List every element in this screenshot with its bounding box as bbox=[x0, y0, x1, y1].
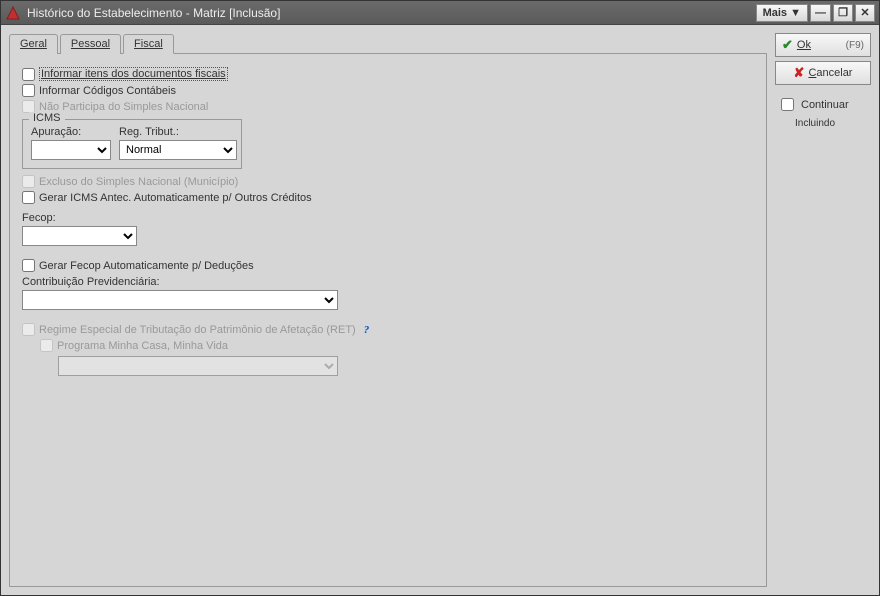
checkbox-nao-participa-simples-row: Não Participa do Simples Nacional bbox=[22, 100, 754, 113]
main-panel: Geral Pessoal Fiscal Informar itens dos … bbox=[9, 33, 767, 587]
checkbox-informar-itens-row: Informar itens dos documentos fiscais bbox=[22, 67, 754, 81]
ok-shortcut: (F9) bbox=[846, 40, 864, 51]
select-reg-tribut[interactable]: Normal bbox=[119, 140, 237, 160]
label-gerar-fecop: Gerar Fecop Automaticamente p/ Deduções bbox=[39, 260, 254, 272]
close-button[interactable]: ✕ bbox=[855, 4, 875, 22]
label-informar-itens: Informar itens dos documentos fiscais bbox=[39, 67, 228, 81]
titlebar: Histórico do Estabelecimento - Matriz [I… bbox=[1, 1, 879, 25]
tab-pessoal[interactable]: Pessoal bbox=[60, 34, 121, 54]
maximize-button[interactable]: ❐ bbox=[833, 4, 853, 22]
label-continuar: Continuar bbox=[801, 99, 849, 111]
checkbox-gerar-icms-antec-row: Gerar ICMS Antec. Automaticamente p/ Out… bbox=[22, 191, 754, 204]
fieldset-icms: ICMS Apuração: Reg. Tribut.: Normal bbox=[22, 119, 242, 169]
continuar-subtext: Incluindo bbox=[775, 118, 871, 129]
cancel-label: Cancelar bbox=[808, 67, 852, 79]
icms-field-row: Apuração: Reg. Tribut.: Normal bbox=[31, 126, 233, 160]
cancel-button[interactable]: ✘ Cancelar bbox=[775, 61, 871, 85]
titlebar-buttons: Mais ▼ — ❐ ✕ bbox=[756, 4, 875, 22]
checkbox-ret-row: Regime Especial de Tributação do Patrimô… bbox=[22, 323, 754, 336]
app-icon bbox=[5, 5, 21, 21]
select-fecop[interactable] bbox=[22, 226, 137, 246]
tab-content-fiscal: Informar itens dos documentos fiscais In… bbox=[9, 53, 767, 587]
ok-button[interactable]: ✔ Ok (F9) bbox=[775, 33, 871, 57]
legend-icms: ICMS bbox=[29, 112, 65, 124]
checkbox-gerar-icms-antec[interactable] bbox=[22, 191, 35, 204]
checkbox-ret bbox=[22, 323, 35, 336]
help-icon[interactable]: ? bbox=[364, 324, 370, 336]
main-window: Histórico do Estabelecimento - Matriz [I… bbox=[0, 0, 880, 596]
label-gerar-icms-antec: Gerar ICMS Antec. Automaticamente p/ Out… bbox=[39, 192, 312, 204]
checkbox-informar-codigos[interactable] bbox=[22, 84, 35, 97]
ok-label: Ok bbox=[797, 39, 811, 51]
label-informar-codigos: Informar Códigos Contábeis bbox=[39, 85, 176, 97]
apuracao-col: Apuração: bbox=[31, 126, 111, 160]
minimize-button[interactable]: — bbox=[810, 4, 831, 22]
tab-fiscal[interactable]: Fiscal bbox=[123, 34, 174, 54]
select-apuracao[interactable] bbox=[31, 140, 111, 160]
tabs: Geral Pessoal Fiscal bbox=[9, 34, 767, 54]
label-excluso-simples: Excluso do Simples Nacional (Município) bbox=[39, 176, 238, 188]
cancel-icon: ✘ bbox=[794, 65, 805, 81]
label-nao-participa-simples: Não Participa do Simples Nacional bbox=[39, 101, 208, 113]
checkbox-continuar[interactable] bbox=[781, 98, 794, 111]
check-icon: ✔ bbox=[782, 37, 793, 53]
label-reg-tribut: Reg. Tribut.: bbox=[119, 126, 237, 138]
label-ret: Regime Especial de Tributação do Patrimô… bbox=[39, 324, 356, 336]
select-contribuicao[interactable] bbox=[22, 290, 338, 310]
window-title: Histórico do Estabelecimento - Matriz [I… bbox=[27, 6, 756, 20]
label-apuracao: Apuração: bbox=[31, 126, 111, 138]
label-contribuicao: Contribuição Previdenciária: bbox=[22, 276, 754, 288]
checkbox-minha-casa-row: Programa Minha Casa, Minha Vida bbox=[40, 339, 754, 352]
checkbox-informar-itens[interactable] bbox=[22, 68, 35, 81]
side-panel: ✔ Ok (F9) ✘ Cancelar Continuar Incluindo bbox=[775, 33, 871, 587]
tab-geral[interactable]: Geral bbox=[9, 34, 58, 54]
label-fecop: Fecop: bbox=[22, 212, 754, 224]
checkbox-excluso-simples-row: Excluso do Simples Nacional (Município) bbox=[22, 175, 754, 188]
reg-tribut-col: Reg. Tribut.: Normal bbox=[119, 126, 237, 160]
checkbox-informar-codigos-row: Informar Códigos Contábeis bbox=[22, 84, 754, 97]
checkbox-excluso-simples bbox=[22, 175, 35, 188]
minha-casa-select-row bbox=[58, 356, 754, 376]
checkbox-gerar-fecop[interactable] bbox=[22, 259, 35, 272]
label-minha-casa: Programa Minha Casa, Minha Vida bbox=[57, 340, 228, 352]
mais-dropdown-button[interactable]: Mais ▼ bbox=[756, 4, 808, 22]
select-minha-casa bbox=[58, 356, 338, 376]
checkbox-gerar-fecop-row: Gerar Fecop Automaticamente p/ Deduções bbox=[22, 259, 754, 272]
continuar-row: Continuar bbox=[775, 95, 871, 114]
window-body: Geral Pessoal Fiscal Informar itens dos … bbox=[1, 25, 879, 595]
checkbox-minha-casa bbox=[40, 339, 53, 352]
